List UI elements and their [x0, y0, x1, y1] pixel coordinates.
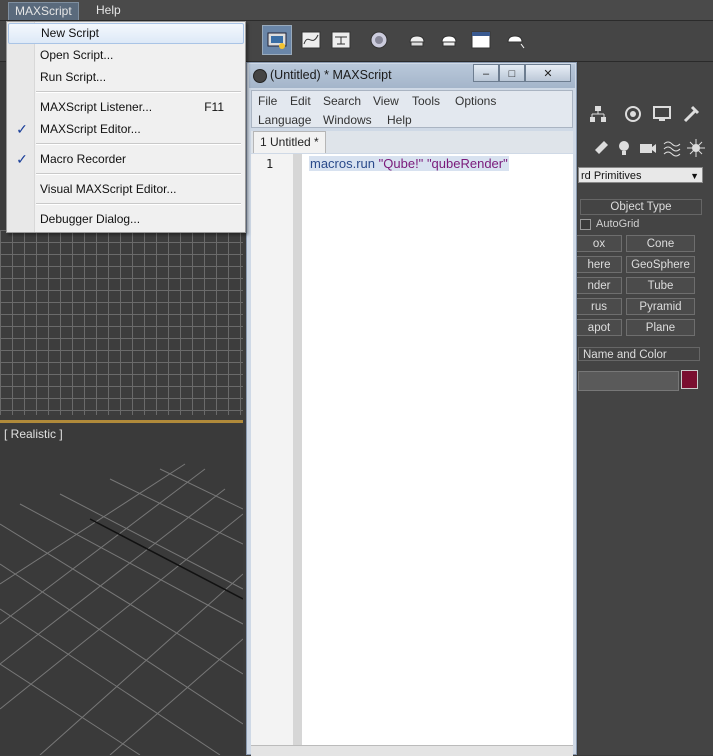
chevron-down-icon: ▼: [690, 171, 699, 181]
editor-title: (Untitled) * MAXScript: [270, 68, 392, 82]
menu-item-debugger-dialog[interactable]: Debugger Dialog...: [8, 209, 244, 230]
code-function: macros.run: [310, 156, 376, 171]
menu-item-new-script[interactable]: New Script: [8, 23, 244, 44]
horizontal-scrollbar[interactable]: [251, 745, 573, 756]
systems-icon[interactable]: [686, 138, 706, 158]
box-button[interactable]: ox: [576, 235, 622, 252]
display-icon[interactable]: [652, 104, 672, 124]
checkmark-icon: ✓: [16, 151, 28, 167]
line-number: 1: [266, 157, 274, 171]
menu-help[interactable]: Help: [90, 2, 127, 19]
menu-item-run-script[interactable]: Run Script...: [8, 67, 244, 88]
menu-separator: [36, 173, 241, 175]
editor-menu-language[interactable]: Language: [258, 113, 311, 127]
render-frame-icon[interactable]: [402, 25, 432, 55]
autogrid-checkbox[interactable]: [580, 219, 591, 230]
menu-maxscript[interactable]: MAXScript: [8, 2, 79, 20]
viewport-top[interactable]: [0, 230, 243, 415]
menu-item-maxscript-listener[interactable]: MAXScript Listener... F11: [8, 97, 244, 118]
tube-button[interactable]: Tube: [626, 277, 695, 294]
sphere-button[interactable]: here: [576, 256, 622, 273]
pyramid-button[interactable]: Pyramid: [626, 298, 695, 315]
editor-menu-windows[interactable]: Windows: [323, 113, 372, 127]
tab-untitled[interactable]: 1 Untitled *: [253, 131, 326, 153]
editor-menu-view[interactable]: View: [373, 94, 399, 108]
code-line[interactable]: macros.run "Qube!" "qubeRender": [309, 156, 509, 171]
lights-icon[interactable]: [614, 138, 634, 158]
close-button[interactable]: ✕: [525, 64, 571, 82]
menu-item-label: MAXScript Listener...: [40, 100, 153, 114]
render-window-icon[interactable]: [466, 25, 496, 55]
maxscript-app-icon: [253, 69, 267, 83]
editor-menu-file[interactable]: File: [258, 94, 277, 108]
menu-item-label: New Script: [41, 26, 100, 40]
menu-item-maxscript-editor[interactable]: ✓ MAXScript Editor...: [8, 119, 244, 140]
menu-item-label: Macro Recorder: [40, 152, 127, 166]
maximize-button[interactable]: □: [499, 64, 525, 82]
code-string-2: "qubeRender": [426, 156, 508, 171]
viewport-label[interactable]: [ Realistic ]: [4, 427, 63, 441]
motion-icon[interactable]: [623, 104, 643, 124]
fold-margin: [293, 154, 302, 755]
rollout-object-type[interactable]: Object Type: [580, 199, 702, 215]
viewport-divider: [0, 420, 243, 423]
schematic-view-icon[interactable]: [326, 25, 356, 55]
cone-button[interactable]: Cone: [626, 235, 695, 252]
viewport-perspective[interactable]: [0, 424, 243, 755]
curve-editor-icon[interactable]: [296, 25, 326, 55]
shapes-icon[interactable]: [592, 138, 612, 158]
utilities-icon[interactable]: [681, 104, 701, 124]
object-name-field[interactable]: [578, 371, 679, 391]
code-string-1: "Qube!": [378, 156, 424, 171]
geosphere-button[interactable]: GeoSphere: [626, 256, 695, 273]
minimize-button[interactable]: –: [473, 64, 499, 82]
menu-separator: [36, 203, 241, 205]
menu-separator: [36, 91, 241, 93]
cylinder-button[interactable]: nder: [576, 277, 622, 294]
hierarchy-icon[interactable]: [588, 104, 608, 124]
line-number-gutter: [251, 154, 293, 755]
perspective-grid: [0, 463, 243, 755]
torus-button[interactable]: rus: [576, 298, 622, 315]
editor-menu-search[interactable]: Search: [323, 94, 361, 108]
material-editor-icon[interactable]: [364, 25, 394, 55]
menu-item-label: Run Script...: [40, 70, 107, 84]
editor-menubar: File Edit Search View Tools Options Lang…: [251, 90, 573, 128]
menu-item-macro-recorder[interactable]: ✓ Macro Recorder: [8, 149, 244, 170]
object-color-swatch[interactable]: [681, 370, 698, 389]
quick-render-icon[interactable]: [500, 25, 530, 55]
editor-menu-options[interactable]: Options: [455, 94, 496, 108]
menu-item-shortcut: F11: [204, 100, 224, 114]
menu-item-label: MAXScript Editor...: [40, 122, 141, 136]
spacewarps-icon[interactable]: [662, 138, 682, 158]
object-category-dropdown[interactable]: rd Primitives ▼: [578, 167, 703, 183]
teapot-render-icon[interactable]: [434, 25, 464, 55]
menu-separator: [36, 143, 241, 145]
command-panel: [578, 62, 713, 755]
menu-item-open-script[interactable]: Open Script...: [8, 45, 244, 66]
editor-menu-edit[interactable]: Edit: [290, 94, 311, 108]
menu-item-label: Visual MAXScript Editor...: [40, 182, 177, 196]
autogrid-label: AutoGrid: [596, 218, 640, 230]
editor-menu-help[interactable]: Help: [387, 113, 412, 127]
editor-menu-tools[interactable]: Tools: [412, 94, 440, 108]
dropdown-value: rd Primitives: [581, 170, 642, 182]
main-menubar: MAXScript Help: [0, 0, 713, 21]
menu-item-label: Open Script...: [40, 48, 114, 62]
rollout-name-and-color[interactable]: Name and Color: [578, 347, 700, 361]
menu-item-label: Debugger Dialog...: [40, 212, 141, 226]
plane-button[interactable]: Plane: [626, 319, 695, 336]
menu-item-visual-maxscript-editor[interactable]: Visual MAXScript Editor...: [8, 179, 244, 200]
teapot-button[interactable]: apot: [576, 319, 622, 336]
render-setup-icon[interactable]: [262, 25, 292, 55]
cameras-icon[interactable]: [638, 138, 658, 158]
checkmark-icon: ✓: [16, 121, 28, 137]
